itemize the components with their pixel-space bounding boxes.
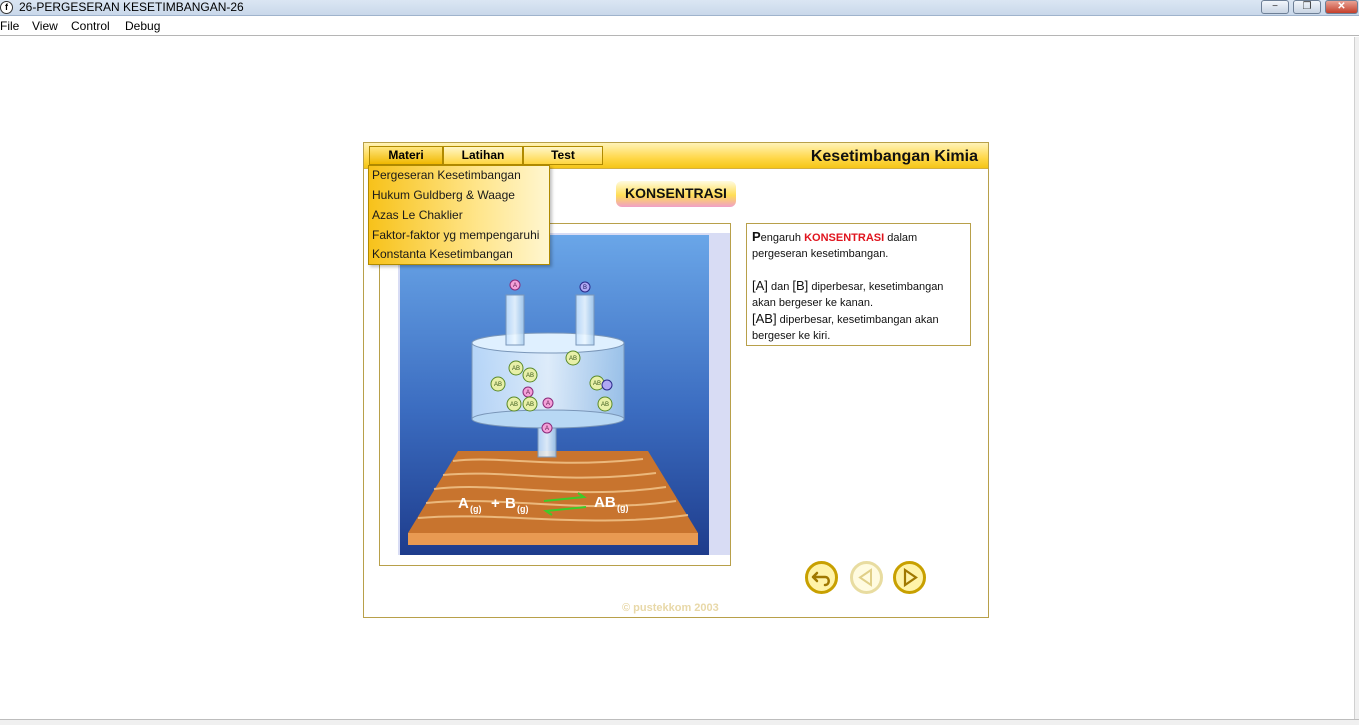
particle-label: A bbox=[546, 401, 550, 407]
equation-a-sub: (g) bbox=[470, 504, 482, 514]
equation-a: A bbox=[458, 495, 469, 512]
menu-view[interactable]: View bbox=[32, 19, 58, 33]
materi-dropdown-menu: Pergeseran Kesetimbangan Hukum Guldberg … bbox=[368, 165, 550, 265]
status-strip bbox=[0, 719, 1359, 725]
return-arrow-icon bbox=[805, 561, 838, 594]
equation-ab-sub: (g) bbox=[617, 503, 629, 513]
dropdown-item-le-chaklier[interactable]: Azas Le Chaklier bbox=[372, 208, 463, 222]
dropdown-item-pergeseran[interactable]: Pergeseran Kesetimbangan bbox=[372, 168, 521, 182]
title-bar: f 26-PERGESERAN KESETIMBANGAN-26 − ❐ ✕ bbox=[0, 0, 1359, 16]
dropdown-item-konstanta[interactable]: Konstanta Kesetimbangan bbox=[372, 247, 513, 261]
menu-debug[interactable]: Debug bbox=[125, 19, 160, 33]
minimize-button[interactable]: − bbox=[1261, 0, 1289, 14]
tab-latihan[interactable]: Latihan bbox=[443, 146, 523, 165]
explanation-text: Pengaruh KONSENTRASI dalam pergeseran ke… bbox=[746, 223, 971, 346]
app-icon: f bbox=[0, 1, 13, 14]
equation-b: B bbox=[505, 495, 516, 512]
section-badge: KONSENTRASI bbox=[616, 181, 736, 207]
particle-label: A bbox=[513, 283, 517, 289]
text-line1: engaruh bbox=[760, 232, 805, 244]
window-title: 26-PERGESERAN KESETIMBANGAN-26 bbox=[19, 0, 244, 14]
text-bracket-b: [B] bbox=[792, 278, 809, 293]
particle-label: AB bbox=[512, 366, 520, 372]
equation-b-sub: (g) bbox=[517, 504, 529, 514]
particle-label: AB bbox=[569, 356, 577, 362]
next-button[interactable] bbox=[893, 561, 926, 594]
particle-label: A bbox=[526, 390, 530, 396]
close-button[interactable]: ✕ bbox=[1325, 0, 1358, 14]
tab-materi[interactable]: Materi bbox=[369, 146, 443, 165]
particle-label: AB bbox=[593, 381, 601, 387]
particle-label: AB bbox=[601, 402, 609, 408]
equilibrium-illustration: A B AB AB AB AB AB A AB AB A AB A A (g) … bbox=[398, 233, 730, 555]
dropdown-item-guldberg[interactable]: Hukum Guldberg & Waage bbox=[372, 188, 515, 202]
particle-label: AB bbox=[526, 402, 534, 408]
text-para3: diperbesar, kesetimbangan akan bergeser … bbox=[752, 314, 939, 342]
particle-label: AB bbox=[494, 382, 502, 388]
vertical-scrollbar[interactable] bbox=[1354, 37, 1359, 719]
illustration-frame: A B AB AB AB AB AB A AB AB A AB A A (g) … bbox=[379, 223, 731, 566]
text-highlight-konsentrasi: KONSENTRASI bbox=[804, 232, 885, 244]
menu-control[interactable]: Control bbox=[71, 19, 110, 33]
equation-plus: + bbox=[491, 495, 500, 512]
triangle-left-icon bbox=[850, 561, 883, 594]
particle-label: B bbox=[583, 285, 587, 291]
text-and: dan bbox=[767, 281, 793, 293]
copyright: © pustekkom 2003 bbox=[622, 602, 719, 614]
back-button[interactable] bbox=[805, 561, 838, 594]
text-bracket-ab: [AB] bbox=[752, 311, 777, 326]
lesson-panel: Materi Latihan Test Kesetimbangan Kimia … bbox=[363, 142, 989, 618]
text-bracket-a: [A] bbox=[752, 278, 768, 293]
menu-file[interactable]: File bbox=[0, 19, 19, 33]
dropdown-item-faktor[interactable]: Faktor-faktor yg mempengaruhi bbox=[372, 228, 539, 242]
tab-test[interactable]: Test bbox=[523, 146, 603, 165]
previous-button[interactable] bbox=[850, 561, 883, 594]
equation-ab: AB bbox=[594, 494, 616, 511]
particle-label: A bbox=[545, 426, 549, 432]
menu-bar: File View Control Debug bbox=[0, 17, 1359, 36]
triangle-right-icon bbox=[893, 561, 926, 594]
text-lead-letter: P bbox=[752, 229, 761, 244]
particle-label: AB bbox=[526, 373, 534, 379]
maximize-button[interactable]: ❐ bbox=[1293, 0, 1321, 14]
particle-label: AB bbox=[510, 402, 518, 408]
app-title: Kesetimbangan Kimia bbox=[810, 148, 978, 165]
